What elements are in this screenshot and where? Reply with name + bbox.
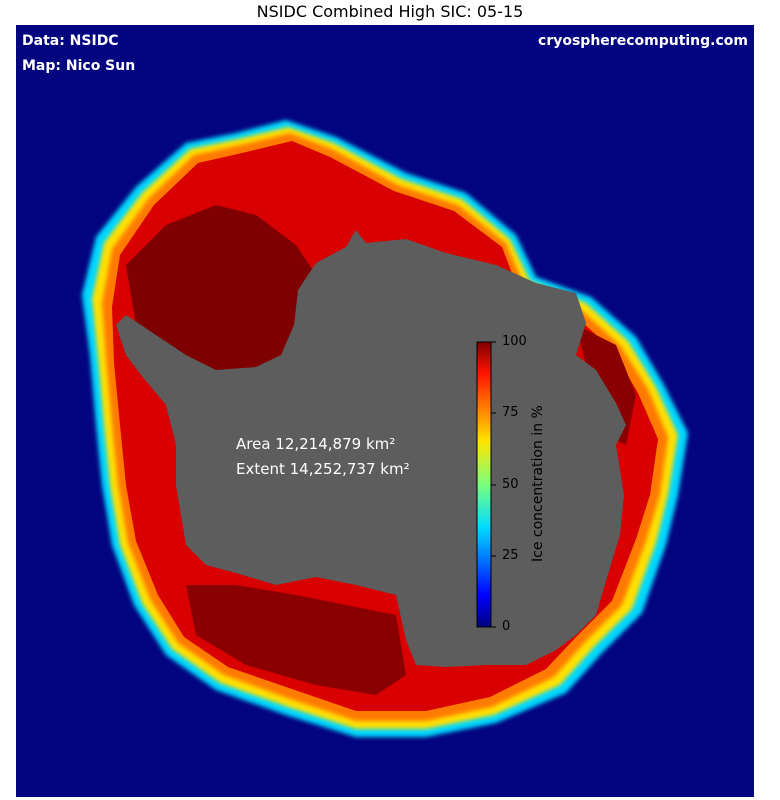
colorbar-title: Ice concentration in % xyxy=(530,405,546,562)
colorbar-label-100: 100 xyxy=(502,334,527,349)
colorbar-label-0: 0 xyxy=(502,619,511,634)
colorbar-gradient xyxy=(476,341,492,628)
colorbar-label-75: 75 xyxy=(502,405,519,420)
stats-block: Area 12,214,879 km² Extent 14,252,737 km… xyxy=(236,432,410,482)
colorbar-label-25: 25 xyxy=(502,548,519,563)
data-source-label: Data: NSIDC xyxy=(22,33,119,49)
colorbar-label-50: 50 xyxy=(502,477,519,492)
sea-ice-map: Data: NSIDC Map: Nico Sun cryospherecomp… xyxy=(16,25,754,797)
map-author-label: Map: Nico Sun xyxy=(22,58,136,74)
antarctic-map-svg xyxy=(82,120,688,737)
map-title: NSIDC Combined High SIC: 05-15 xyxy=(256,2,524,21)
area-value: Area 12,214,879 km² xyxy=(236,435,396,453)
website-label: cryospherecomputing.com xyxy=(538,33,748,49)
extent-value: Extent 14,252,737 km² xyxy=(236,460,410,478)
